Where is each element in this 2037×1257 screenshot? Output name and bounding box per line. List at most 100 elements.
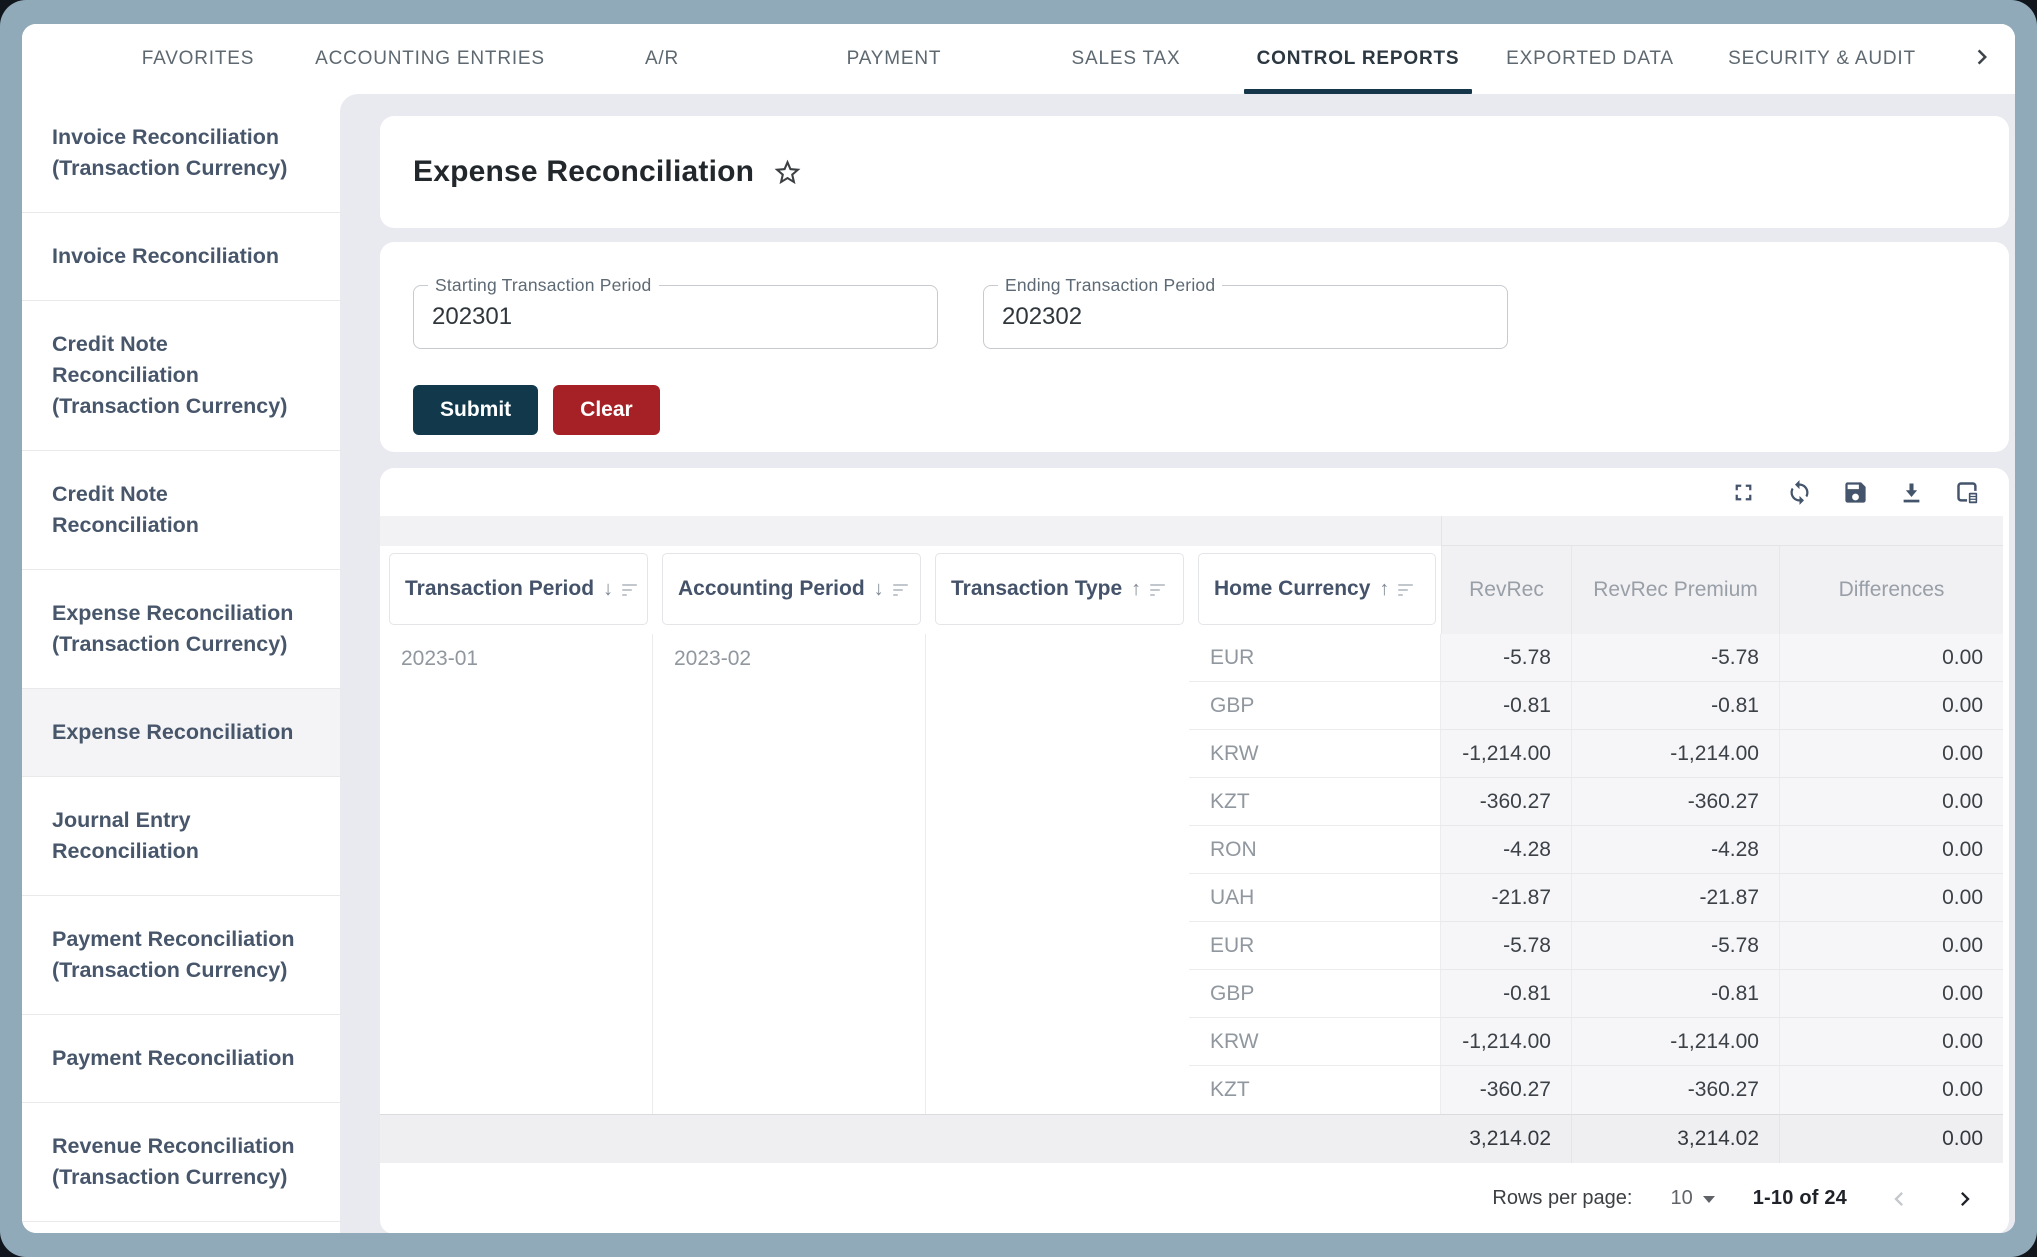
- filter-form-card: Starting Transaction Period Ending Trans…: [380, 242, 2009, 452]
- report-sidebar: Invoice Reconciliation (Transaction Curr…: [22, 94, 340, 1233]
- column-header-transaction-type[interactable]: Transaction Type ↑: [935, 553, 1184, 625]
- page-title: Expense Reconciliation: [413, 155, 754, 189]
- column-header-label: Transaction Type: [951, 577, 1122, 601]
- filter-icon: [622, 584, 637, 596]
- results-table-card: Transaction Period↓Accounting Period↓Tra…: [380, 468, 2009, 1233]
- main-area: Expense Reconciliation Starting Transact…: [340, 94, 2015, 1233]
- home-currency-cell: RON: [1189, 826, 1441, 874]
- revrec-premium-cell: -360.27: [1571, 778, 1779, 826]
- sort-asc-arrow-icon: ↑: [1131, 579, 1141, 599]
- tab-items-host: FAVORITESACCOUNTING ENTRIESA/RPAYMENTSAL…: [82, 24, 1938, 94]
- tab-payment[interactable]: PAYMENT: [778, 24, 1010, 94]
- home-currency-cell: KZT: [1189, 778, 1441, 826]
- revrec-cell: -1,214.00: [1441, 1018, 1571, 1066]
- differences-cell: 0.00: [1779, 1066, 2003, 1114]
- tab-a-r[interactable]: A/R: [546, 24, 778, 94]
- differences-cell: 0.00: [1779, 682, 2003, 730]
- filter-icon: [893, 584, 908, 596]
- ending-transaction-period-field: Ending Transaction Period: [983, 285, 1508, 349]
- header-chip-cell: Accounting Period↓: [653, 546, 926, 634]
- rows-per-page-select[interactable]: 10: [1670, 1187, 1714, 1210]
- report-view-icon[interactable]: [1954, 479, 1981, 506]
- sort-desc-arrow-icon: ↓: [603, 579, 613, 599]
- tab-control-reports[interactable]: CONTROL REPORTS: [1242, 24, 1474, 94]
- sort-desc-arrow-icon: ↓: [874, 579, 884, 599]
- revrec-premium-cell: -360.27: [1571, 1066, 1779, 1114]
- sidebar-item-invoice-reconciliation-transaction-currency-[interactable]: Invoice Reconciliation (Transaction Curr…: [22, 94, 340, 213]
- sidebar-item-payment-reconciliation-transaction-currency-[interactable]: Payment Reconciliation (Transaction Curr…: [22, 896, 340, 1015]
- sidebar-item-journal-entry-reconciliation[interactable]: Journal Entry Reconciliation: [22, 777, 340, 896]
- starting-transaction-period-label: Starting Transaction Period: [428, 275, 659, 296]
- revrec-premium-cell: -21.87: [1571, 874, 1779, 922]
- sidebar-item-invoice-reconciliation[interactable]: Invoice Reconciliation: [22, 213, 340, 301]
- download-icon[interactable]: [1898, 479, 1925, 506]
- tab-exported-data[interactable]: EXPORTED DATA: [1474, 24, 1706, 94]
- revrec-cell: -0.81: [1441, 970, 1571, 1018]
- tab-overflow-chevron-button[interactable]: [1938, 24, 2015, 94]
- title-card: Expense Reconciliation: [380, 116, 2009, 228]
- chevron-right-icon: [1967, 42, 1997, 77]
- column-header-accounting-period[interactable]: Accounting Period↓: [662, 553, 921, 625]
- differences-cell: 0.00: [1779, 970, 2003, 1018]
- sidebar-item-expense-reconciliation-transaction-currency-[interactable]: Expense Reconciliation (Transaction Curr…: [22, 570, 340, 689]
- value-column-header-revrec: RevRec: [1441, 546, 1571, 634]
- pagination-range: 1-10 of 24: [1753, 1187, 1847, 1210]
- fullscreen-icon[interactable]: [1730, 479, 1757, 506]
- top-tab-bar: FAVORITESACCOUNTING ENTRIESA/RPAYMENTSAL…: [22, 24, 2015, 94]
- tab-security-audit[interactable]: SECURITY & AUDIT: [1706, 24, 1938, 94]
- dropdown-caret-icon: [1703, 1196, 1715, 1203]
- header-group-strip-left: [380, 516, 1441, 546]
- save-icon[interactable]: [1842, 479, 1869, 506]
- totals-differences: 0.00: [1779, 1114, 2003, 1163]
- home-currency-cell: EUR: [1189, 634, 1441, 682]
- next-page-button[interactable]: [1951, 1185, 1979, 1213]
- table-toolbar: [380, 468, 2009, 516]
- reconciliation-table: Transaction Period↓Accounting Period↓Tra…: [380, 516, 2009, 1163]
- revrec-premium-cell: -5.78: [1571, 634, 1779, 682]
- window-frame: FAVORITESACCOUNTING ENTRIESA/RPAYMENTSAL…: [0, 0, 2037, 1257]
- header-chip-cell: Transaction Period ↓: [380, 546, 653, 634]
- column-header-transaction-period[interactable]: Transaction Period ↓: [389, 553, 648, 625]
- revrec-cell: -5.78: [1441, 922, 1571, 970]
- revrec-cell: -0.81: [1441, 682, 1571, 730]
- column-header-home-currency[interactable]: Home Currency ↑: [1198, 553, 1436, 625]
- home-currency-cell: KRW: [1189, 1018, 1441, 1066]
- home-currency-cell: KZT: [1189, 1066, 1441, 1114]
- revrec-cell: -360.27: [1441, 1066, 1571, 1114]
- differences-cell: 0.00: [1779, 1018, 2003, 1066]
- column-header-label: Home Currency: [1214, 577, 1370, 601]
- revrec-cell: -5.78: [1441, 634, 1571, 682]
- differences-cell: 0.00: [1779, 634, 2003, 682]
- sidebar-item-credit-note-reconciliation-transaction-currency-[interactable]: Credit Note Reconciliation (Transaction …: [22, 301, 340, 451]
- clear-button[interactable]: Clear: [553, 385, 660, 435]
- sortable-header-row: Transaction Period↓Accounting Period↓Tra…: [380, 546, 1441, 634]
- differences-cell: 0.00: [1779, 730, 2003, 778]
- value-column-header-differences: Differences: [1779, 546, 2003, 634]
- sidebar-item-revenue-reconciliation[interactable]: Revenue Reconciliation: [22, 1222, 340, 1233]
- home-currency-cell: KRW: [1189, 730, 1441, 778]
- header-group-strip-right: [1441, 516, 2003, 546]
- ending-transaction-period-label: Ending Transaction Period: [998, 275, 1222, 296]
- favorite-star-icon[interactable]: [772, 157, 803, 188]
- rows-per-page-label: Rows per page:: [1492, 1187, 1632, 1210]
- tab-sales-tax[interactable]: SALES TAX: [1010, 24, 1242, 94]
- home-currency-cell: EUR: [1189, 922, 1441, 970]
- sidebar-item-payment-reconciliation[interactable]: Payment Reconciliation: [22, 1015, 340, 1103]
- value-column-header-revrec-premium: RevRec Premium: [1571, 546, 1779, 634]
- column-header-label: Transaction Period: [405, 577, 594, 601]
- sidebar-item-expense-reconciliation[interactable]: Expense Reconciliation: [22, 689, 340, 777]
- filter-icon: [1398, 584, 1413, 596]
- sidebar-item-credit-note-reconciliation[interactable]: Credit Note Reconciliation: [22, 451, 340, 570]
- filter-icon: [1150, 584, 1165, 596]
- sidebar-item-revenue-reconciliation-transaction-currency-[interactable]: Revenue Reconciliation (Transaction Curr…: [22, 1103, 340, 1222]
- tab-accounting-entries[interactable]: ACCOUNTING ENTRIES: [314, 24, 546, 94]
- totals-revrec: 3,214.02: [1441, 1114, 1571, 1163]
- submit-button[interactable]: Submit: [413, 385, 538, 435]
- revrec-premium-cell: -0.81: [1571, 682, 1779, 730]
- revrec-premium-cell: -1,214.00: [1571, 730, 1779, 778]
- sort-asc-arrow-icon: ↑: [1379, 579, 1389, 599]
- refresh-icon[interactable]: [1786, 479, 1813, 506]
- header-chip-cell: Home Currency ↑: [1189, 546, 1441, 634]
- previous-page-button[interactable]: [1885, 1185, 1913, 1213]
- tab-favorites[interactable]: FAVORITES: [82, 24, 314, 94]
